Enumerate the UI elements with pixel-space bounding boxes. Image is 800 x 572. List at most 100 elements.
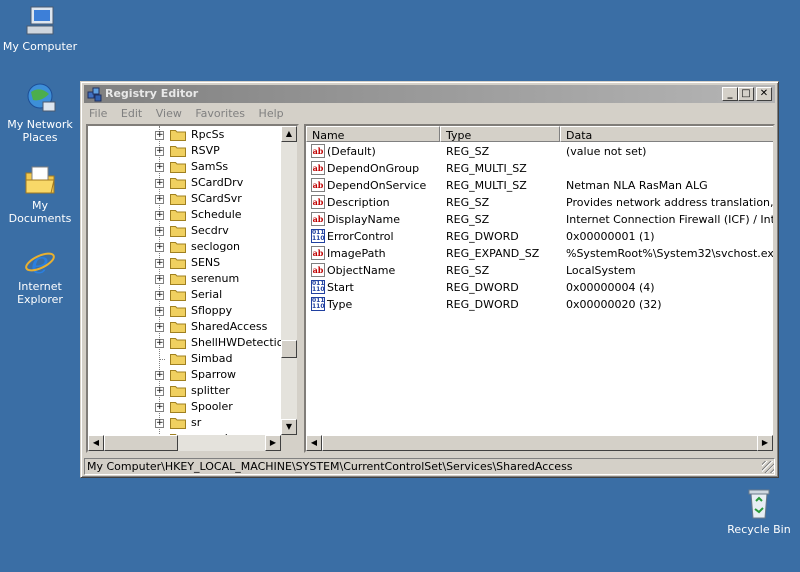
close-button[interactable]: ✕ [756, 87, 772, 101]
desktop-icon-network-places[interactable]: My Network Places [0, 82, 80, 144]
expand-icon[interactable]: + [155, 131, 164, 140]
tree-item[interactable]: + RpcSs [88, 127, 281, 143]
tree-item[interactable]: + Serial [88, 287, 281, 303]
value-data: 0x00000004 (4) [566, 281, 655, 294]
value-row[interactable]: ab Description REG_SZ Provides network addr… [306, 194, 773, 211]
tree-hscroll-thumb[interactable] [104, 435, 178, 451]
tree-item[interactable]: + Sfloppy [88, 303, 281, 319]
expand-icon[interactable]: + [155, 179, 164, 188]
column-type-header[interactable]: Type [440, 126, 560, 142]
list-horizontal-scrollbar[interactable]: ◀ ▶ [306, 435, 773, 451]
tree-item[interactable]: + ShellHWDetection [88, 335, 290, 351]
scroll-up-button[interactable]: ▲ [281, 126, 297, 142]
tree-item[interactable]: + seclogon [88, 239, 281, 255]
expand-icon[interactable]: + [155, 339, 164, 348]
expand-icon[interactable]: + [155, 195, 164, 204]
string-value-icon: ab [311, 212, 325, 226]
value-row[interactable]: 011 110 Start REG_DWORD 0x00000004 (4) [306, 279, 773, 296]
desktop-icon-label: My Computer [2, 40, 78, 53]
tree-vertical-scrollbar[interactable]: ▲ ▼ [281, 126, 297, 435]
value-row[interactable]: ab ObjectName REG_SZ LocalSystem [306, 262, 773, 279]
value-row[interactable]: 011 110 Type REG_DWORD 0x00000020 (32) [306, 296, 773, 313]
registry-key-tree[interactable]: + RpcSs + RSVP + SamSs + SCardDrv + SCardSvr + Sche… [86, 124, 299, 453]
folder-icon [170, 305, 186, 317]
value-data: Internet Connection Firewall (ICF) / Int… [566, 213, 775, 226]
tree-item[interactable]: Simbad [88, 351, 281, 367]
expand-icon[interactable]: + [155, 371, 164, 380]
desktop-icon-recycle-bin[interactable]: Recycle Bin [719, 487, 799, 536]
value-name: Start [327, 281, 354, 294]
tree-vscroll-thumb[interactable] [281, 340, 297, 358]
expand-icon[interactable]: + [155, 259, 164, 268]
value-row[interactable]: ab DependOnGroup REG_MULTI_SZ [306, 160, 773, 177]
registry-values-list[interactable]: Name Type Data ab (Default) REG_SZ (value n… [304, 124, 775, 453]
menu-file[interactable]: File [84, 104, 112, 120]
maximize-button[interactable]: □ [738, 87, 754, 101]
column-name-header[interactable]: Name [306, 126, 440, 142]
tree-item-label: Serial [191, 288, 223, 301]
internet-explorer-icon: e [23, 244, 57, 281]
value-row[interactable]: 011 110 ErrorControl REG_DWORD 0x00000001 (1… [306, 228, 773, 245]
value-name: ObjectName [327, 264, 396, 277]
tree-item[interactable]: + Schedule [88, 207, 281, 223]
tree-item-label: serenum [191, 272, 240, 285]
folder-icon [170, 257, 186, 269]
tree-item-label: RpcSs [191, 128, 225, 141]
title-bar[interactable]: Registry Editor _ □ ✕ [84, 85, 775, 103]
tree-item[interactable]: + sr [88, 415, 281, 431]
desktop-icon-label: My Documents [8, 199, 72, 225]
tree-item[interactable]: + Sparrow [88, 367, 281, 383]
expand-icon[interactable]: + [155, 243, 164, 252]
value-row[interactable]: ab (Default) REG_SZ (value not set) [306, 143, 773, 160]
expand-icon[interactable]: + [155, 227, 164, 236]
value-name: DisplayName [327, 213, 400, 226]
expand-icon[interactable]: + [155, 403, 164, 412]
tree-item[interactable]: + SCardSvr [88, 191, 281, 207]
value-row[interactable]: ab DisplayName REG_SZ Internet Connection F… [306, 211, 773, 228]
expand-icon[interactable]: + [155, 275, 164, 284]
menu-help[interactable]: Help [254, 104, 289, 120]
minimize-button[interactable]: _ [722, 87, 738, 101]
scroll-left-button[interactable]: ◀ [306, 435, 322, 451]
value-row[interactable]: ab ImagePath REG_EXPAND_SZ %SystemRoot%\Sys… [306, 245, 773, 262]
scroll-down-button[interactable]: ▼ [281, 419, 297, 435]
tree-item-label: ShellHWDetection [191, 336, 291, 349]
expand-icon[interactable]: + [155, 163, 164, 172]
tree-item[interactable]: + RSVP [88, 143, 281, 159]
expand-icon[interactable]: + [155, 147, 164, 156]
tree-horizontal-scrollbar[interactable]: ◀ ▶ [88, 435, 281, 451]
column-data-header[interactable]: Data [560, 126, 773, 142]
tree-item[interactable]: + SENS [88, 255, 281, 271]
tree-item[interactable]: + SamSs [88, 159, 281, 175]
expand-icon[interactable]: + [155, 211, 164, 220]
expand-icon[interactable]: + [155, 387, 164, 396]
expand-icon[interactable]: + [155, 291, 164, 300]
maximize-icon: □ [741, 88, 751, 99]
expand-icon[interactable]: + [155, 419, 164, 428]
tree-item-label: SharedAccess [191, 320, 268, 333]
menu-view[interactable]: View [151, 104, 187, 120]
tree-item-label: SCardSvr [191, 192, 242, 205]
tree-item[interactable]: + SharedAccess [88, 319, 281, 335]
tree-item-label: seclogon [191, 240, 241, 253]
scroll-right-button[interactable]: ▶ [265, 435, 281, 451]
scroll-right-button[interactable]: ▶ [757, 435, 773, 451]
tree-item-label: SamSs [191, 160, 229, 173]
menu-edit[interactable]: Edit [116, 104, 147, 120]
tree-item[interactable]: + serenum [88, 271, 281, 287]
resize-grip-icon[interactable] [762, 461, 774, 473]
list-hscroll-thumb[interactable] [322, 435, 758, 451]
value-name: (Default) [327, 145, 376, 158]
scroll-left-button[interactable]: ◀ [88, 435, 104, 451]
desktop-icon-my-documents[interactable]: My Documents [0, 163, 80, 225]
expand-icon[interactable]: + [155, 307, 164, 316]
tree-item[interactable]: + SCardDrv [88, 175, 281, 191]
menu-favorites[interactable]: Favorites [190, 104, 250, 120]
desktop-icon-internet-explorer[interactable]: e Internet Explorer [0, 244, 80, 306]
value-row[interactable]: ab DependOnService REG_MULTI_SZ Netman NLA … [306, 177, 773, 194]
tree-item[interactable]: + Spooler [88, 399, 281, 415]
expand-icon[interactable]: + [155, 323, 164, 332]
tree-item[interactable]: + splitter [88, 383, 281, 399]
tree-item[interactable]: + Secdrv [88, 223, 281, 239]
desktop-icon-my-computer[interactable]: My Computer [0, 4, 80, 53]
